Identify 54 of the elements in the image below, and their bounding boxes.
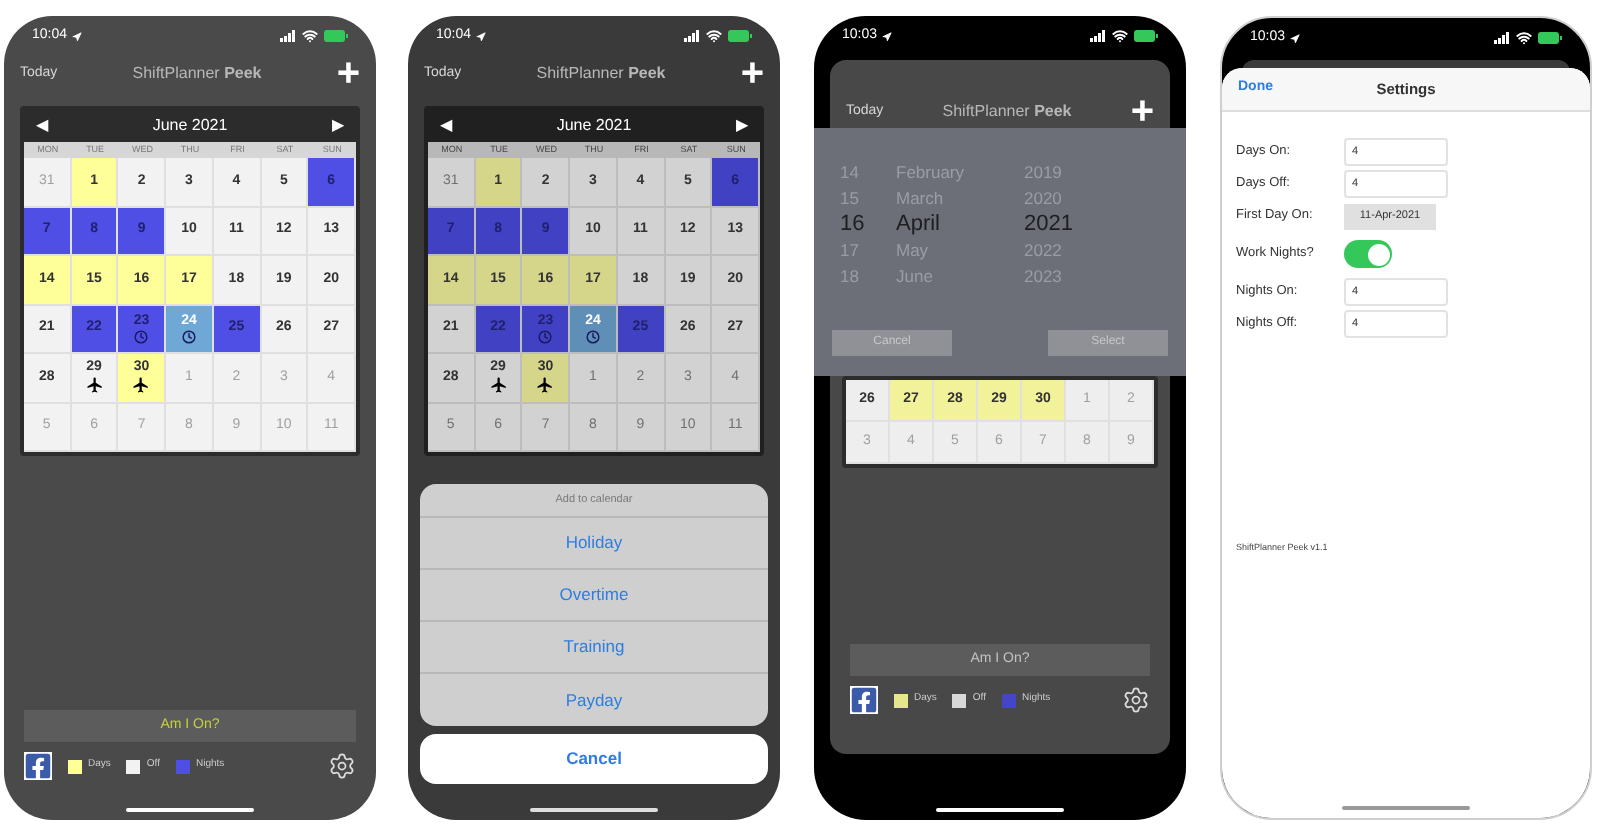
plane-icon	[132, 376, 151, 395]
facebook-icon[interactable]	[850, 686, 878, 714]
sheet-option[interactable]: Payday	[420, 674, 768, 726]
picker-item[interactable]: 2021	[1024, 212, 1124, 238]
wifi-icon	[302, 28, 318, 44]
battery-icon	[324, 30, 348, 42]
signal-icon	[1090, 30, 1106, 42]
app-title: ShiftPlanner Peek	[942, 100, 1072, 124]
month-title: June 2021	[556, 114, 632, 138]
add-button[interactable]: +	[1130, 92, 1154, 132]
month-title: June 2021	[152, 114, 228, 138]
location-icon	[475, 31, 486, 41]
clock-icon	[134, 329, 149, 344]
home-indicator	[936, 808, 1064, 812]
battery-icon	[1538, 32, 1562, 44]
clock-icon	[538, 329, 553, 344]
sheet-option[interactable]: Holiday	[420, 518, 768, 570]
wifi-icon	[706, 28, 722, 44]
sheet-option[interactable]: Training	[420, 622, 768, 674]
location-icon	[1289, 33, 1300, 43]
add-button[interactable]: +	[336, 54, 360, 94]
app-title: ShiftPlanner Peek	[536, 62, 666, 86]
facebook-icon[interactable]	[24, 752, 52, 780]
picker-item[interactable]: April	[896, 212, 1024, 238]
signal-icon	[280, 30, 296, 42]
location-icon	[881, 31, 892, 41]
sheet-option[interactable]: Overtime	[420, 570, 768, 622]
next-month-button[interactable]: ▶	[332, 114, 344, 138]
wifi-icon	[1112, 28, 1128, 44]
add-button[interactable]: +	[740, 54, 764, 94]
toggle-knob	[1367, 243, 1389, 265]
location-icon	[71, 31, 82, 41]
toggle-switch[interactable]	[1344, 240, 1392, 268]
previous-month-button[interactable]: ◀	[36, 114, 48, 138]
home-indicator	[1342, 806, 1470, 810]
home-indicator	[126, 808, 254, 812]
signal-icon	[684, 30, 700, 42]
settings-icon[interactable]	[1122, 686, 1150, 714]
next-month-button[interactable]: ▶	[736, 114, 748, 138]
home-indicator	[530, 808, 658, 812]
battery-icon	[728, 30, 752, 42]
previous-month-button[interactable]: ◀	[440, 114, 452, 138]
plane-icon	[489, 376, 508, 395]
cancel-button[interactable]: Cancel	[420, 734, 768, 784]
battery-icon	[1134, 30, 1158, 42]
clock-icon	[181, 329, 196, 344]
app-title: ShiftPlanner Peek	[132, 62, 262, 86]
clock-icon	[585, 329, 600, 344]
signal-icon	[1494, 32, 1510, 44]
plane-icon	[536, 376, 555, 395]
wifi-icon	[1516, 30, 1532, 46]
plane-icon	[85, 376, 104, 395]
settings-icon[interactable]	[328, 752, 356, 780]
picker-item[interactable]: 16	[840, 212, 896, 238]
